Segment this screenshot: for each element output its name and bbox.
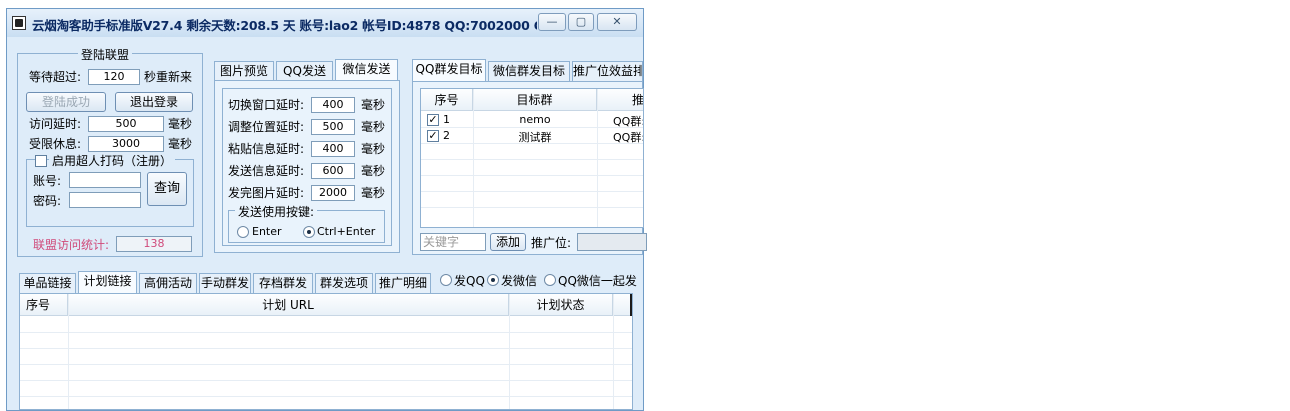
tab-single-link[interactable]: 单品链接 (19, 273, 76, 293)
target-row-group: 测试群 (518, 131, 552, 144)
send-wechat-label: 发微信 (501, 274, 538, 288)
wechat-send-panel: 切换窗口延时: 400 毫秒 调整位置延时: 500 毫秒 粘贴信息延时: 400 毫秒 发送信息… (214, 80, 400, 253)
target-col-type: 推 (597, 89, 643, 111)
query-button[interactable]: 查询 (147, 172, 187, 206)
limit-rest-label: 受限休息: (29, 137, 82, 151)
tab-promo-detail[interactable]: 推广明细 (375, 273, 431, 293)
plan-col-status: 计划状态 (509, 294, 613, 316)
minimize-button[interactable]: — (538, 13, 566, 31)
delay-input[interactable]: 400 (311, 141, 355, 157)
delay-label: 调整位置延时: (228, 120, 305, 134)
logout-button[interactable]: 退出登录 (115, 92, 193, 112)
target-row-index: 2 (443, 129, 450, 142)
send-key-group: 发送使用按键: Enter Ctrl+Enter (228, 203, 385, 243)
send-qq-label: 发QQ (454, 274, 485, 288)
ctrl-enter-radio[interactable] (303, 226, 315, 238)
tab-high-commission[interactable]: 高佣活动 (139, 273, 197, 293)
send-qq-radio[interactable] (440, 274, 452, 286)
adzone-select[interactable] (577, 233, 647, 251)
main-window: 云烟淘客助手标准版V27.4 剩余天数:208.5 天 账号:lao2 帐号ID… (6, 8, 647, 411)
add-button[interactable]: 添加 (490, 233, 526, 251)
send-both-label: QQ微信一起发 (558, 274, 637, 288)
stats-label: 联盟访问统计: (33, 238, 110, 252)
close-button[interactable]: ✕ (597, 13, 637, 31)
captcha-checkbox[interactable] (35, 155, 47, 167)
plan-grid: 序号 计划 URL 计划状态 (19, 293, 633, 410)
plan-col-index: 序号 (20, 294, 68, 316)
target-row-checkbox[interactable]: ✓ (427, 130, 439, 142)
title-bar[interactable]: 云烟淘客助手标准版V27.4 剩余天数:208.5 天 账号:lao2 帐号ID… (7, 9, 643, 37)
captcha-legend: 启用超人打码（注册） (49, 152, 176, 169)
account-input[interactable] (69, 172, 141, 188)
target-row-checkbox[interactable]: ✓ (427, 114, 439, 126)
target-row-group: nemo (519, 113, 551, 126)
visit-delay-input[interactable]: 500 (88, 116, 164, 132)
tab-send-options[interactable]: 群发选项 (315, 273, 373, 293)
limit-rest-unit: 毫秒 (168, 137, 193, 151)
tab-adzone-benefit[interactable]: 推广位效益排 (572, 61, 643, 81)
delay-label: 发送信息延时: (228, 164, 305, 178)
keyword-input[interactable]: 关键字 (420, 233, 486, 251)
stats-value: 138 (116, 236, 192, 252)
login-group: 登陆联盟 等待超过: 120 秒重新来 登陆成功 退出登录 访问延时: 500 … (17, 46, 203, 257)
target-row-type: QQ群: (613, 131, 644, 144)
delay-input[interactable]: 2000 (311, 185, 355, 201)
tab-plan-link[interactable]: 计划链接 (78, 271, 137, 294)
password-label: 密码: (33, 194, 62, 208)
enter-radio[interactable] (237, 226, 249, 238)
target-row-index: 1 (443, 113, 450, 126)
window-body: 登陆联盟 等待超过: 120 秒重新来 登陆成功 退出登录 访问延时: 500 … (7, 37, 647, 410)
login-button[interactable]: 登陆成功 (26, 92, 106, 112)
targets-panel: 序号 目标群 推 ✓ 1 nemo QQ群: ✓ 2 测试群 QQ群: 关键字 添加 推广位: (412, 81, 647, 255)
delay-unit: 毫秒 (361, 186, 386, 200)
delay-input[interactable]: 600 (311, 163, 355, 179)
password-input[interactable] (69, 192, 141, 208)
target-row-type: QQ群: (613, 115, 644, 128)
delay-unit: 毫秒 (361, 98, 386, 112)
visit-delay-unit: 毫秒 (168, 117, 193, 131)
wait-input[interactable]: 120 (88, 69, 140, 85)
send-wechat-radio[interactable] (487, 274, 499, 286)
tab-wechat-send[interactable]: 微信发送 (335, 59, 398, 82)
target-col-group: 目标群 (473, 89, 597, 111)
delay-unit: 毫秒 (361, 120, 386, 134)
account-label: 账号: (33, 174, 62, 188)
tab-archive-send[interactable]: 存档群发 (253, 273, 313, 293)
wait-suffix: 秒重新来 (144, 70, 193, 84)
send-both-radio[interactable] (544, 274, 556, 286)
send-key-legend: 发送使用按键: (235, 203, 318, 220)
window-title: 云烟淘客助手标准版V27.4 剩余天数:208.5 天 账号:lao2 帐号ID… (32, 18, 537, 33)
visit-delay-label: 访问延时: (29, 117, 82, 131)
limit-rest-input[interactable]: 3000 (88, 136, 164, 152)
target-col-index: 序号 (421, 89, 473, 111)
wait-label: 等待超过: (29, 70, 82, 84)
delay-label: 粘贴信息延时: (228, 142, 305, 156)
plan-col-url: 计划 URL (68, 294, 509, 316)
middle-tab-strip: 图片预览 QQ发送 微信发送 (214, 59, 400, 82)
target-grid: 序号 目标群 推 ✓ 1 nemo QQ群: ✓ 2 测试群 QQ群: (420, 88, 644, 228)
delay-label: 发完图片延时: (228, 186, 305, 200)
tab-image-preview[interactable]: 图片预览 (214, 61, 274, 81)
tab-manual-send[interactable]: 手动群发 (199, 273, 251, 293)
captcha-group: 启用超人打码（注册） 账号: 密码: 查询 (26, 152, 194, 227)
enter-label: Enter (252, 225, 282, 238)
restore-button[interactable]: ▢ (568, 13, 594, 31)
delay-label: 切换窗口延时: (228, 98, 305, 112)
tab-qq-targets[interactable]: QQ群发目标 (412, 59, 486, 82)
tab-wechat-targets[interactable]: 微信群发目标 (488, 61, 570, 81)
delay-input[interactable]: 400 (311, 97, 355, 113)
plan-grid-splitter[interactable] (630, 294, 632, 316)
delay-unit: 毫秒 (361, 142, 386, 156)
adzone-label: 推广位: (531, 236, 572, 250)
bottom-tab-strip: 单品链接 计划链接 高佣活动 手动群发 存档群发 群发选项 推广明细 (19, 271, 431, 294)
plan-col-filler (613, 294, 631, 316)
delay-unit: 毫秒 (361, 164, 386, 178)
tab-qq-send[interactable]: QQ发送 (276, 61, 333, 81)
app-icon (12, 16, 26, 30)
ctrl-enter-label: Ctrl+Enter (317, 225, 376, 238)
right-tab-strip: QQ群发目标 微信群发目标 推广位效益排 (412, 59, 643, 82)
delay-input[interactable]: 500 (311, 119, 355, 135)
login-legend: 登陆联盟 (78, 46, 133, 63)
